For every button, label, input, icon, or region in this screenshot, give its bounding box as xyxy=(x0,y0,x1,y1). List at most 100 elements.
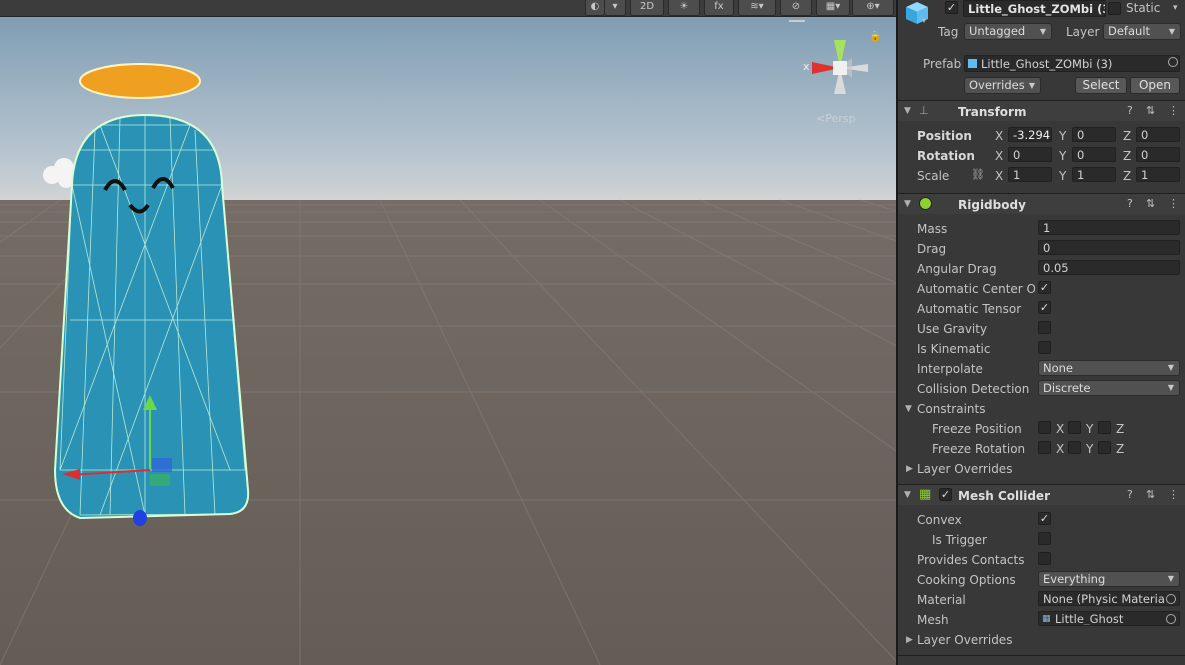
drag-field[interactable]: 0 xyxy=(1038,240,1180,255)
chevron-down-icon: ▼ xyxy=(1167,363,1174,372)
scale-x-field[interactable]: 1 xyxy=(1008,167,1052,182)
convex-checkbox[interactable]: ✓ xyxy=(1038,512,1051,525)
freeze-position-z-checkbox[interactable] xyxy=(1098,421,1111,434)
layer-overrides-label[interactable]: Layer Overrides xyxy=(917,633,1012,647)
is-trigger-checkbox[interactable] xyxy=(1038,532,1051,545)
scene-view[interactable]: x <Persp 🔒 ◐ ▾ 2D ☀ fx ≋▾ ⊘ ▦▾ ⊕▾ xyxy=(0,0,896,665)
axis-y-label: Y xyxy=(1059,149,1067,163)
help-icon[interactable]: ? xyxy=(1127,488,1133,502)
render-icon[interactable]: ▦▾ xyxy=(816,0,850,16)
cooking-options-dropdown[interactable]: Everything ▼ xyxy=(1038,571,1180,587)
rotation-x-field[interactable]: 0 xyxy=(1008,147,1052,162)
mesh-label: Mesh xyxy=(917,613,949,627)
collision-detection-dropdown[interactable]: Discrete ▼ xyxy=(1038,380,1180,396)
kebab-menu-icon[interactable]: ⋮ xyxy=(1168,488,1179,502)
object-picker-icon[interactable] xyxy=(1166,614,1176,624)
help-icon[interactable]: ? xyxy=(1127,197,1133,211)
help-icon[interactable]: ? xyxy=(1127,104,1133,118)
rotation-y-field[interactable]: 0 xyxy=(1072,147,1116,162)
presets-icon[interactable]: ⇅ xyxy=(1146,104,1155,118)
position-x-field[interactable]: -3.294 xyxy=(1008,127,1052,142)
layer-dropdown[interactable]: Default ▼ xyxy=(1103,23,1181,40)
presets-icon[interactable]: ⇅ xyxy=(1146,197,1155,211)
audio-fx-icon[interactable]: fx xyxy=(704,0,734,16)
mesh-value: Little_Ghost xyxy=(1055,612,1124,626)
transform-icon: ⊥ xyxy=(919,104,929,117)
foldout-arrow-icon[interactable]: ▼ xyxy=(904,197,911,211)
scale-y-field[interactable]: 1 xyxy=(1072,167,1116,182)
gameobject-name-field[interactable]: Little_Ghost_ZOMbi (3) xyxy=(963,0,1106,17)
freeze-y-label: Y xyxy=(1086,442,1094,456)
open-button[interactable]: Open xyxy=(1130,77,1180,94)
visibility-icon[interactable]: ⊘ xyxy=(780,0,812,16)
scale-z-field[interactable]: 1 xyxy=(1136,167,1180,182)
shading-dropdown[interactable]: ▾ xyxy=(604,0,626,16)
mesh-field[interactable]: Little_Ghost xyxy=(1038,611,1180,626)
icon-dropdown-arrow[interactable]: ▾ xyxy=(922,16,926,25)
position-z-field[interactable]: 0 xyxy=(1136,127,1180,142)
constraints-foldout-icon[interactable]: ▼ xyxy=(905,402,912,416)
axis-z-label: Z xyxy=(1123,169,1132,183)
position-y-field[interactable]: 0 xyxy=(1072,127,1116,142)
freeze-rotation-y-checkbox[interactable] xyxy=(1068,441,1081,454)
mass-field[interactable]: 1 xyxy=(1038,220,1180,235)
static-checkbox[interactable] xyxy=(1108,2,1121,15)
presets-icon[interactable]: ⇅ xyxy=(1146,488,1155,502)
chevron-down-icon: ▼ xyxy=(1167,574,1174,583)
chevron-down-icon: ▼ xyxy=(1168,27,1175,36)
lock-icon[interactable]: 🔒 xyxy=(869,31,881,42)
drag-label: Drag xyxy=(917,242,947,256)
angular-drag-field[interactable]: 0.05 xyxy=(1038,260,1180,275)
provides-contacts-checkbox[interactable] xyxy=(1038,552,1051,565)
object-picker-icon[interactable] xyxy=(1168,57,1178,67)
rigidbody-header[interactable]: ▼ Rigidbody ? ⇅ ⋮ xyxy=(898,193,1185,214)
freeze-position-y-checkbox[interactable] xyxy=(1068,421,1081,434)
overrides-dropdown[interactable]: Overrides ▼ xyxy=(964,77,1041,94)
auto-tensor-label: Automatic Tensor xyxy=(917,302,1022,316)
freeze-rotation-x-checkbox[interactable] xyxy=(1038,441,1051,454)
axis-y-label: Y xyxy=(1059,169,1067,183)
is-kinematic-checkbox[interactable] xyxy=(1038,341,1051,354)
layers-icon[interactable]: ≋▾ xyxy=(738,0,776,16)
gizmos-icon[interactable]: ⊕▾ xyxy=(852,0,894,16)
freeze-z-label: Z xyxy=(1116,422,1125,436)
rigidbody-icon xyxy=(919,197,932,210)
interpolate-dropdown[interactable]: None ▼ xyxy=(1038,360,1180,376)
kebab-menu-icon[interactable]: ⋮ xyxy=(1168,197,1179,211)
scene-viewport[interactable] xyxy=(0,0,896,665)
layer-overrides-foldout-icon[interactable]: ▶ xyxy=(906,633,913,647)
constraints-label[interactable]: Constraints xyxy=(917,402,985,416)
use-gravity-checkbox[interactable] xyxy=(1038,321,1051,334)
select-button[interactable]: Select xyxy=(1075,77,1127,94)
kebab-menu-icon[interactable]: ⋮ xyxy=(1168,104,1179,118)
freeze-position-x-checkbox[interactable] xyxy=(1038,421,1051,434)
mesh-collider-title: Mesh Collider xyxy=(958,489,1050,503)
static-dropdown-arrow[interactable]: ▾ xyxy=(1173,1,1178,15)
transform-header[interactable]: ▼ ⊥ Transform ? ⇅ ⋮ xyxy=(898,100,1185,121)
foldout-arrow-icon[interactable]: ▼ xyxy=(904,104,911,118)
layer-overrides-label[interactable]: Layer Overrides xyxy=(917,462,1012,476)
layer-label: Layer xyxy=(1066,25,1100,39)
freeze-rotation-z-checkbox[interactable] xyxy=(1098,441,1111,454)
chevron-down-icon: ▼ xyxy=(1028,81,1035,90)
toggle-2d-button[interactable]: 2D xyxy=(630,0,664,16)
tag-dropdown[interactable]: Untagged ▼ xyxy=(964,23,1052,40)
prefab-field[interactable]: Little_Ghost_ZOMbi (3) xyxy=(964,55,1180,72)
layer-overrides-foldout-icon[interactable]: ▶ xyxy=(906,462,913,476)
object-picker-icon[interactable] xyxy=(1166,594,1176,604)
material-field[interactable]: None (Physic Materia xyxy=(1038,591,1180,606)
persp-label[interactable]: <Persp xyxy=(816,112,855,125)
freeze-x-label: X xyxy=(1056,422,1065,436)
auto-center-of-mass-checkbox[interactable]: ✓ xyxy=(1038,281,1051,294)
constrain-proportions-icon[interactable]: ⛓ xyxy=(971,168,985,181)
mesh-collider-header[interactable]: ▼ ▦ ✓ Mesh Collider ? ⇅ ⋮ xyxy=(898,484,1185,505)
shading-icon[interactable]: ◐ xyxy=(585,0,605,16)
menu-icon[interactable] xyxy=(789,20,805,22)
foldout-arrow-icon[interactable]: ▼ xyxy=(904,488,911,502)
mesh-collider-enabled-checkbox[interactable]: ✓ xyxy=(939,488,952,501)
active-checkbox[interactable]: ✓ xyxy=(945,1,958,14)
rotation-z-field[interactable]: 0 xyxy=(1136,147,1180,162)
auto-tensor-checkbox[interactable]: ✓ xyxy=(1038,301,1051,314)
light-icon[interactable]: ☀ xyxy=(668,0,700,16)
mass-label: Mass xyxy=(917,222,948,236)
